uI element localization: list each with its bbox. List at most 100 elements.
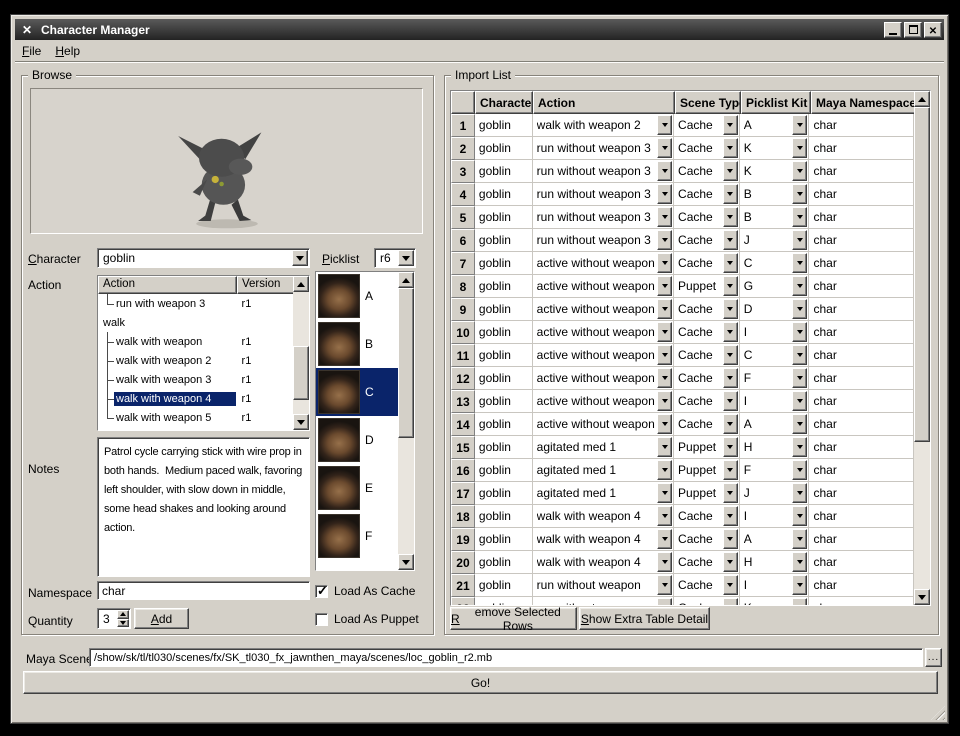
import-table-row[interactable]: 16 goblin agitated med 1 Puppet F char [451,459,914,482]
cell-action[interactable]: agitated med 1 [533,482,674,505]
dropdown-button[interactable] [657,506,672,526]
cell-picklist-kit[interactable]: F [740,459,810,482]
import-table-row[interactable]: 12 goblin active without weapon 1 Cache … [451,367,914,390]
picklist-combobox[interactable]: r6 [374,248,416,268]
cell-picklist-kit[interactable]: K [740,597,810,605]
dropdown-button[interactable] [792,230,807,250]
cell-action[interactable]: run without weapon [533,574,674,597]
cell-action[interactable]: active without weapon 1 [533,413,674,436]
action-tree-row[interactable]: walk with weapon r1 [98,332,293,351]
cell-picklist-kit[interactable]: K [740,160,810,183]
action-name-cell[interactable]: walk with weapon 2 [98,351,236,370]
kit-list-scrollbar[interactable] [398,272,414,570]
cell-picklist-kit[interactable]: F [740,367,810,390]
load-as-puppet-checkbox[interactable]: Load As Puppet [315,612,419,626]
maya-namespace-column-header[interactable]: Maya Namespace [811,91,916,114]
dropdown-button[interactable] [792,299,807,319]
notes-textarea[interactable]: Patrol cycle carrying stick with wire pr… [97,437,310,577]
cell-action[interactable]: run without weapon 3 [533,183,674,206]
spin-up-button[interactable] [117,610,129,619]
resize-grip-icon[interactable] [931,706,945,720]
dropdown-button[interactable] [792,414,807,434]
cell-scene-type[interactable]: Puppet [674,275,740,298]
import-table-row[interactable]: 13 goblin active without weapon 1 Cache … [451,390,914,413]
dropdown-button[interactable] [792,345,807,365]
row-number-header[interactable]: 4 [451,183,475,206]
show-extra-table-detail-button[interactable]: Show Extra Table Detail [579,607,710,630]
row-number-header[interactable]: 13 [451,390,475,413]
browse-file-button[interactable]: ... [925,648,942,667]
dropdown-button[interactable] [657,138,672,158]
dropdown-button[interactable] [657,322,672,342]
row-number-header[interactable]: 3 [451,160,475,183]
row-number-header[interactable]: 6 [451,229,475,252]
load-as-cache-checkbox[interactable]: Load As Cache [315,584,415,598]
scroll-down-button[interactable] [914,589,930,605]
character-dropdown-button[interactable] [292,250,308,266]
picklist-kit-item[interactable]: E [316,464,398,512]
dropdown-button[interactable] [723,276,738,296]
dropdown-button[interactable] [657,529,672,549]
row-number-header[interactable]: 16 [451,459,475,482]
scroll-up-button[interactable] [293,276,309,292]
import-table-row[interactable]: 5 goblin run without weapon 3 Cache B ch… [451,206,914,229]
row-number-header[interactable]: 8 [451,275,475,298]
cell-picklist-kit[interactable]: A [740,413,810,436]
go-button[interactable]: Go! [23,671,938,694]
import-table-row[interactable]: 11 goblin active without weapon 1 Cache … [451,344,914,367]
dropdown-button[interactable] [792,207,807,227]
import-table-row[interactable]: 10 goblin active without weapon 1 Cache … [451,321,914,344]
scroll-thumb[interactable] [914,107,930,442]
action-tree-row[interactable]: walk with weapon 2 r1 [98,351,293,370]
picklist-kit-item[interactable]: B [316,320,398,368]
dropdown-button[interactable] [657,483,672,503]
import-table-row[interactable]: 14 goblin active without weapon 1 Cache … [451,413,914,436]
dropdown-button[interactable] [657,207,672,227]
cell-scene-type[interactable]: Cache [674,137,740,160]
import-table-row[interactable]: 4 goblin run without weapon 3 Cache B ch… [451,183,914,206]
cell-action[interactable]: active without weapon 1 [533,321,674,344]
dropdown-button[interactable] [723,299,738,319]
action-name-cell[interactable]: walk with weapon 4 [98,389,236,408]
action-tree-row[interactable]: walk with weapon 4 r1 [98,389,293,408]
cell-action[interactable]: agitated med 1 [533,436,674,459]
cell-action[interactable]: active without weapon 1 [533,390,674,413]
dropdown-button[interactable] [792,483,807,503]
cell-picklist-kit[interactable]: C [740,252,810,275]
titlebar[interactable]: Character Manager [15,19,944,40]
scroll-thumb[interactable] [293,346,309,400]
dropdown-button[interactable] [792,138,807,158]
cell-scene-type[interactable]: Cache [674,597,740,605]
cell-picklist-kit[interactable]: H [740,436,810,459]
cell-action[interactable]: walk with weapon 4 [533,505,674,528]
cell-action[interactable]: active without weapon 1 [533,344,674,367]
dropdown-button[interactable] [792,552,807,572]
picklist-kit-column-header[interactable]: Picklist Kit [741,91,811,114]
maya-scene-field[interactable]: /show/sk/tl/tl030/scenes/fx/SK_tl030_fx_… [89,648,923,667]
dropdown-button[interactable] [657,575,672,595]
cell-action[interactable]: walk with weapon 2 [533,114,674,137]
dropdown-button[interactable] [723,414,738,434]
cell-action[interactable]: run without weapon 3 [533,206,674,229]
dropdown-button[interactable] [792,529,807,549]
dropdown-button[interactable] [657,115,672,135]
cell-picklist-kit[interactable]: G [740,275,810,298]
cell-scene-type[interactable]: Cache [674,413,740,436]
row-number-header[interactable]: 12 [451,367,475,390]
dropdown-button[interactable] [657,414,672,434]
cell-scene-type[interactable]: Puppet [674,482,740,505]
version-column-header[interactable]: Version [237,276,295,294]
import-table-row[interactable]: 9 goblin active without weapon 1 Cache D… [451,298,914,321]
scroll-thumb[interactable] [398,288,414,438]
cell-scene-type[interactable]: Cache [674,528,740,551]
dropdown-button[interactable] [723,529,738,549]
cell-scene-type[interactable]: Cache [674,574,740,597]
cell-picklist-kit[interactable]: D [740,298,810,321]
picklist-kit-item[interactable]: A [316,272,398,320]
quantity-spinbox[interactable]: 3 [97,608,131,629]
dropdown-button[interactable] [792,437,807,457]
cell-action[interactable]: active without weapon 1 [533,298,674,321]
action-tree-row[interactable]: walk with weapon 3 r1 [98,370,293,389]
dropdown-button[interactable] [657,299,672,319]
cell-scene-type[interactable]: Cache [674,367,740,390]
